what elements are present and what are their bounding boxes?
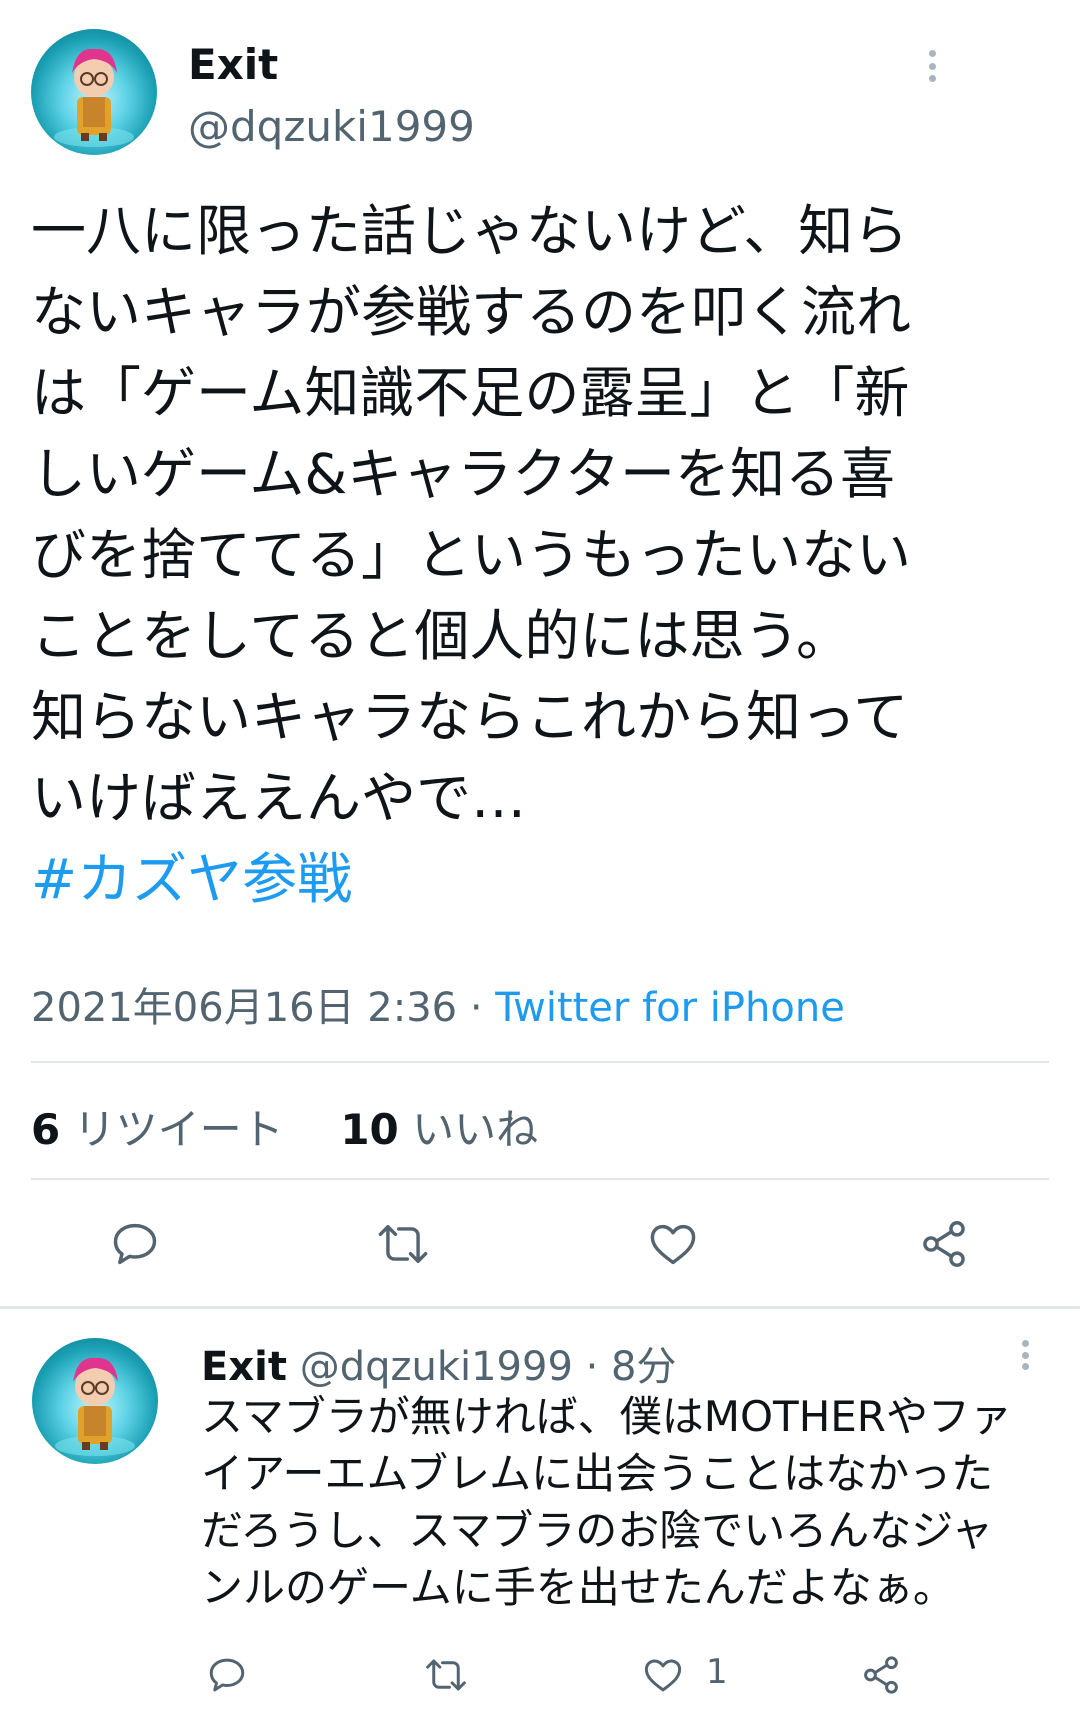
tweet-body: 一八に限った話じゃないけど、知ら ないキャラが参戦するのを叩く流れ は「ゲーム知…: [31, 191, 911, 920]
author-handle[interactable]: @dqzuki1999: [188, 102, 475, 151]
retweet-icon[interactable]: [375, 1218, 431, 1270]
retweet-label: リツイート: [73, 1105, 284, 1154]
author-avatar[interactable]: [31, 29, 157, 155]
engagement-stats: 6 リツイート 10 いいね: [31, 1096, 538, 1157]
tweet-line: ことをしてると個人的には思う。: [31, 604, 852, 668]
tweet-line: 知らないキャラならこれから知って: [31, 685, 909, 749]
reply-reply-icon[interactable]: [206, 1654, 248, 1696]
character-avatar-icon: [55, 1357, 135, 1456]
section-divider: [0, 1306, 1080, 1309]
retweet-count: 6: [31, 1105, 61, 1154]
character-avatar-icon: [54, 48, 134, 147]
more-options-icon[interactable]: [926, 50, 938, 82]
reply-time[interactable]: · 8分: [586, 1344, 677, 1390]
like-icon[interactable]: [646, 1218, 700, 1270]
timestamp[interactable]: 2021年06月16日 2:36: [31, 985, 457, 1031]
reply-like-count: 1: [706, 1652, 728, 1692]
reply-more-options-icon[interactable]: [1019, 1340, 1031, 1370]
reply-line: だろうし、スマブラのお陰でいろんなジャ: [201, 1506, 994, 1555]
reply-line: スマブラが無ければ、僕はMOTHERやファ: [201, 1392, 1012, 1441]
hashtag-link[interactable]: #カズヤ参戦: [31, 839, 911, 920]
reply-author-name[interactable]: Exit: [201, 1344, 287, 1390]
like-stat[interactable]: 10 いいね: [340, 1105, 538, 1154]
divider: [31, 1178, 1049, 1180]
tweet-line: びを捨ててる」というもったいない: [31, 523, 912, 587]
reply-line: イアーエムブレムに出会うことはなかった: [201, 1449, 994, 1498]
source-link[interactable]: Twitter for iPhone: [495, 985, 845, 1031]
tweet-line: いけばええんやで…: [31, 766, 527, 830]
reply-retweet-icon[interactable]: [423, 1654, 469, 1696]
reply-like-icon[interactable]: [641, 1654, 685, 1696]
tweet-line: しいゲーム&キャラクターを知る喜: [31, 442, 896, 506]
reply-body: スマブラが無ければ、僕はMOTHERやファ イアーエムブレムに出会うことはなかっ…: [201, 1388, 1012, 1616]
reply-share-icon[interactable]: [860, 1654, 902, 1696]
divider: [31, 1061, 1049, 1063]
like-label: いいね: [412, 1105, 539, 1154]
tweet-line: 一八に限った話じゃないけど、知ら: [31, 199, 909, 263]
tweet-line: ないキャラが参戦するのを叩く流れ: [31, 280, 912, 344]
reply-header: Exit @dqzuki1999 · 8分: [201, 1334, 677, 1392]
reply-author-handle[interactable]: @dqzuki1999: [300, 1344, 573, 1390]
reply-line: ンルのゲームに手を出せたんだよなぁ。: [201, 1563, 955, 1612]
meta-separator: ·: [457, 985, 496, 1031]
tweet-line: は「ゲーム知識不足の露呈」と「新: [31, 361, 910, 425]
like-count: 10: [340, 1105, 399, 1154]
share-icon[interactable]: [918, 1218, 970, 1270]
retweet-stat[interactable]: 6 リツイート: [31, 1105, 284, 1154]
reply-icon[interactable]: [109, 1218, 161, 1270]
reply-author-avatar[interactable]: [32, 1338, 158, 1464]
tweet-meta: 2021年06月16日 2:36 · Twitter for iPhone: [31, 975, 845, 1033]
author-name[interactable]: Exit: [188, 40, 278, 89]
